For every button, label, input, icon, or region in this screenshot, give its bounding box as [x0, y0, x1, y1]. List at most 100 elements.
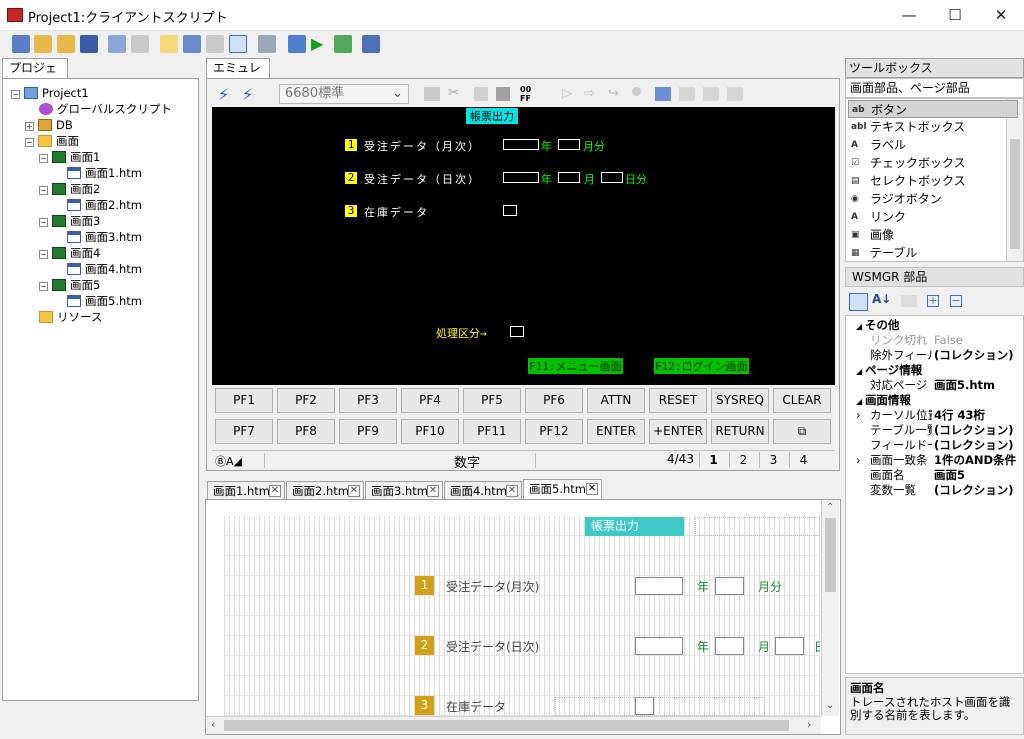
tree-node[interactable]: 画面2.htm: [67, 197, 142, 213]
step-over-icon[interactable]: ↪: [608, 86, 619, 101]
tree-node[interactable]: + DB: [25, 117, 73, 133]
designer-input-box[interactable]: [715, 577, 744, 595]
status-page-button[interactable]: 3: [759, 452, 787, 468]
property-value[interactable]: 4行 43桁: [934, 408, 985, 423]
pf-key-button[interactable]: ENTER: [587, 419, 645, 444]
property-value[interactable]: False: [934, 333, 963, 348]
toolbox-item[interactable]: ▣ 画像: [848, 226, 1018, 244]
property-group[interactable]: ◢ ページ情報: [856, 363, 922, 378]
collapse-all-icon[interactable]: −: [950, 295, 962, 307]
property-value[interactable]: 画面5.htm: [934, 378, 995, 393]
tree-node[interactable]: グローバルスクリプト: [39, 101, 172, 117]
tree-node[interactable]: − 画面5: [39, 277, 100, 293]
designer-placeholder[interactable]: [555, 697, 765, 716]
play-icon[interactable]: ▷: [562, 86, 572, 101]
close-tab-icon[interactable]: ✕: [348, 485, 360, 497]
align-1-icon[interactable]: [679, 87, 695, 101]
property-key[interactable]: リンク切れ: [870, 333, 932, 348]
designer-row-label[interactable]: 受注データ(日次): [446, 638, 539, 655]
tree-node[interactable]: − Project1: [11, 85, 89, 101]
terminal-input-field[interactable]: [503, 205, 517, 216]
designer-hscroll[interactable]: ‹ ›: [206, 716, 821, 734]
sort-alpha-icon[interactable]: A↓: [872, 292, 891, 306]
designer-row-num[interactable]: 1: [415, 576, 434, 595]
property-group[interactable]: ◢ 画面情報: [856, 393, 911, 408]
toolbox-item[interactable]: A ラベル: [848, 136, 1018, 154]
scroll-right-icon[interactable]: ›: [807, 718, 811, 731]
property-group[interactable]: ◢ その他: [856, 318, 899, 333]
print-icon[interactable]: [424, 87, 440, 101]
close-button[interactable]: ✕: [978, 0, 1024, 31]
designer-input-box[interactable]: [635, 637, 683, 655]
designer-placeholder[interactable]: [695, 517, 820, 536]
tree-node[interactable]: 画面3.htm: [67, 229, 142, 245]
property-key[interactable]: 変数一覧: [870, 483, 932, 498]
pf-key-button[interactable]: CLEAR: [773, 388, 831, 413]
close-tab-icon[interactable]: ✕: [269, 485, 281, 497]
property-value[interactable]: (コレクション): [934, 438, 1014, 453]
connect-icon[interactable]: [288, 35, 306, 53]
designer-suffix[interactable]: 月分: [758, 578, 782, 595]
terminal-input-field[interactable]: [503, 139, 539, 150]
tree-node[interactable]: − 画面3: [39, 213, 100, 229]
designer-row-label[interactable]: 受注データ(月次): [446, 578, 539, 595]
property-pages-icon[interactable]: [901, 295, 917, 307]
screen-icon[interactable]: [183, 35, 201, 53]
terminal-proc-field[interactable]: [510, 326, 524, 337]
terminal-screen[interactable]: 帳票出力 1 受注データ（月次） 年 月分 2 受注データ（日次） 年 月 日分…: [212, 107, 835, 385]
deploy-icon[interactable]: [362, 35, 380, 53]
property-key[interactable]: 画面名: [870, 468, 932, 483]
new-file-icon[interactable]: [160, 35, 178, 53]
grid-icon[interactable]: [229, 35, 247, 53]
property-key[interactable]: フィールド一覧: [870, 438, 932, 453]
expand-all-icon[interactable]: +: [927, 295, 939, 307]
designer-row-num[interactable]: 3: [415, 696, 434, 715]
pf-key-button[interactable]: RESET: [649, 388, 707, 413]
designer-year[interactable]: 年: [697, 578, 709, 595]
pf-key-button[interactable]: SYSREQ: [711, 388, 769, 413]
collapse-icon[interactable]: −: [39, 282, 48, 291]
collapse-icon[interactable]: −: [39, 154, 48, 163]
copy-icon[interactable]: [108, 35, 126, 53]
tab-project[interactable]: プロジェクト: [2, 58, 68, 94]
toolbox-section[interactable]: 画面部品、ページ部品: [845, 78, 1024, 98]
paste-screen-icon[interactable]: [496, 87, 510, 101]
tree-node[interactable]: リソース: [39, 309, 102, 325]
toolbox-item[interactable]: A リンク: [848, 208, 1018, 226]
cut-icon[interactable]: ✂: [448, 85, 460, 101]
designer-row-label[interactable]: 在庫データ: [446, 698, 506, 715]
tree-node[interactable]: − 画面2: [39, 181, 100, 197]
terminal-input-field[interactable]: [503, 172, 539, 183]
pf-key-button[interactable]: RETURN: [711, 419, 769, 444]
collapse-icon[interactable]: ◢: [856, 397, 865, 406]
new-project-icon[interactable]: [12, 35, 30, 53]
pf-key-button[interactable]: ATTN: [587, 388, 645, 413]
collapse-icon[interactable]: −: [11, 90, 20, 99]
minimize-button[interactable]: —: [886, 0, 932, 31]
collapse-icon[interactable]: −: [25, 138, 34, 147]
pf-key-button[interactable]: PF12: [525, 419, 583, 444]
toolbox-item[interactable]: ▦ テーブル: [848, 244, 1018, 262]
terminal-input-field[interactable]: [558, 172, 580, 183]
wsmgr-section[interactable]: WSMGR 部品: [845, 267, 1024, 287]
property-value[interactable]: (コレクション): [934, 483, 1014, 498]
close-tab-icon[interactable]: ✕: [506, 485, 518, 497]
scroll-down-icon[interactable]: ⌄: [826, 700, 834, 711]
designer-day[interactable]: 日: [814, 638, 820, 655]
build-icon[interactable]: [334, 35, 352, 53]
tree-node[interactable]: − 画面4: [39, 245, 100, 261]
designer-row-num[interactable]: 2: [415, 636, 434, 655]
pf-key-button[interactable]: PF3: [339, 388, 397, 413]
hscroll-thumb[interactable]: [224, 720, 789, 731]
tree-node[interactable]: − 画面: [25, 133, 79, 149]
close-tab-icon[interactable]: ✕: [586, 483, 598, 495]
pf-key-button[interactable]: PF8: [277, 419, 335, 444]
run-icon[interactable]: ▶: [311, 35, 329, 53]
form-icon[interactable]: [206, 35, 224, 53]
property-key[interactable]: 画面一致条: [870, 453, 932, 468]
restore-window-icon[interactable]: ⧉: [773, 419, 831, 444]
tree-node[interactable]: 画面1.htm: [67, 165, 142, 181]
pf-key-button[interactable]: PF11: [463, 419, 521, 444]
pf-key-button[interactable]: +ENTER: [649, 419, 707, 444]
document-tab[interactable]: 画面1.htm ✕: [207, 481, 285, 500]
